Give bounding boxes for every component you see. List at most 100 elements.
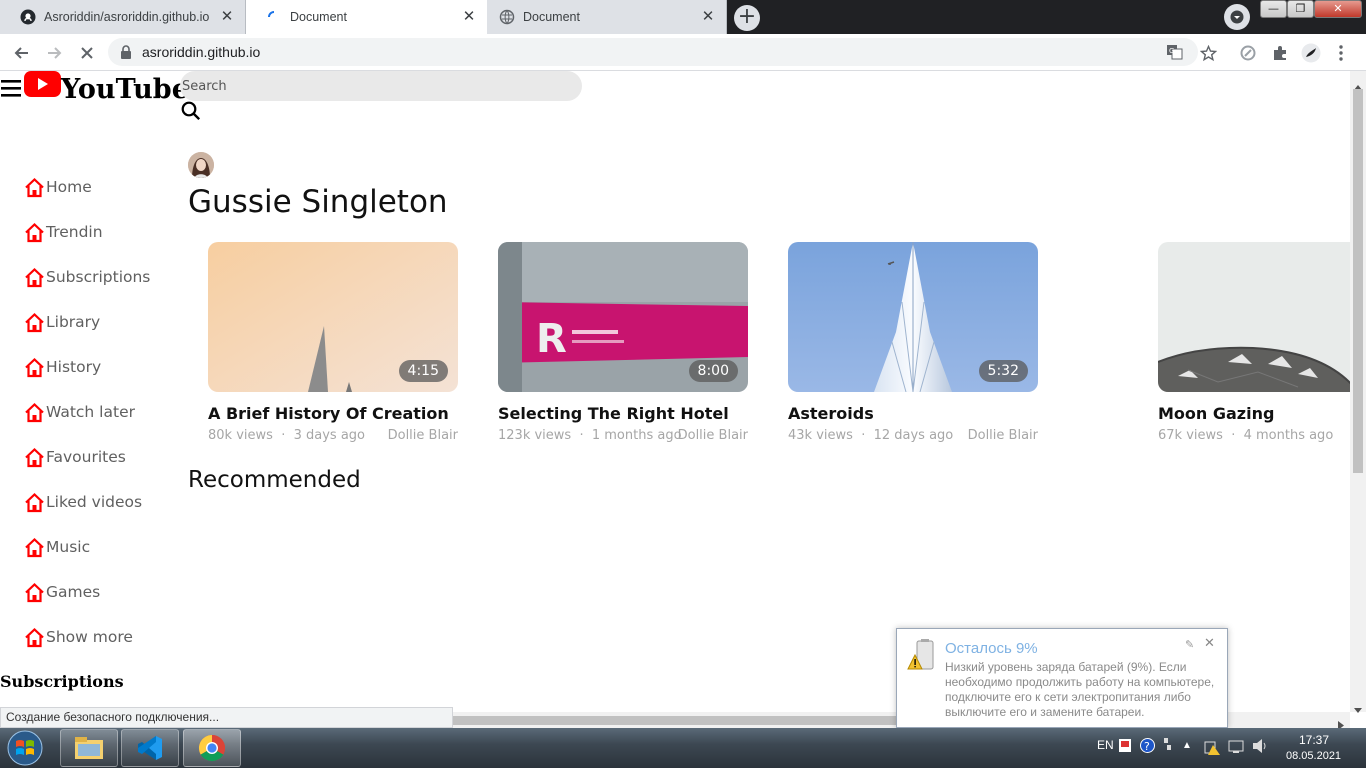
video-title[interactable]: Asteroids xyxy=(788,404,1038,423)
clock-date[interactable]: 08.05.2021 xyxy=(1286,750,1341,762)
home-icon xyxy=(25,537,44,557)
close-icon[interactable]: ✕ xyxy=(219,9,235,25)
sidebar-item-label: Favourites xyxy=(46,448,126,466)
close-icon[interactable]: ✕ xyxy=(461,9,477,25)
tab-title: Document xyxy=(523,10,580,24)
globe-icon xyxy=(499,9,515,25)
network-icon[interactable] xyxy=(1162,736,1174,756)
channel-name: Gussie Singleton xyxy=(188,184,448,220)
home-icon xyxy=(25,627,44,647)
tab-document[interactable]: Document ✕ xyxy=(487,0,727,34)
scroll-down-arrow-icon[interactable] xyxy=(1354,699,1362,718)
address-bar[interactable]: asroriddin.github.io G xyxy=(108,38,1198,66)
video-author[interactable]: Dollie Blair xyxy=(968,428,1038,443)
video-card[interactable]: 5:32 Asteroids 43k views · 12 days ago D… xyxy=(788,242,1038,446)
help-icon[interactable]: ? xyxy=(1140,738,1155,757)
search-icon[interactable] xyxy=(181,101,201,125)
video-card[interactable]: Moon Gazing 67k views · 4 months ago D xyxy=(1158,242,1350,446)
stop-icon[interactable] xyxy=(76,42,98,64)
lock-icon[interactable] xyxy=(120,44,132,63)
github-icon xyxy=(20,9,36,25)
close-icon[interactable]: ✕ xyxy=(1204,636,1215,651)
video-thumbnail[interactable]: 5:32 xyxy=(788,242,1038,392)
loading-icon xyxy=(266,9,282,25)
battery-low-icon[interactable] xyxy=(1203,739,1221,759)
taskbar-vscode[interactable] xyxy=(121,729,179,767)
sidebar-item-history[interactable]: History xyxy=(24,355,101,379)
sidebar-item-label: Trendin xyxy=(46,223,103,241)
video-thumbnail[interactable]: R 8:00 xyxy=(498,242,748,392)
video-thumbnail[interactable]: 4:15 xyxy=(208,242,458,392)
sidebar-item-library[interactable]: Library xyxy=(24,310,100,334)
more-menu-icon[interactable] xyxy=(1330,42,1352,64)
sidebar-item-music[interactable]: Music xyxy=(24,535,90,559)
video-thumbnail[interactable] xyxy=(1158,242,1350,392)
vscode-icon xyxy=(138,736,162,760)
close-icon[interactable]: ✕ xyxy=(700,9,716,25)
language-indicator[interactable]: EN xyxy=(1097,738,1114,752)
home-icon xyxy=(25,447,44,467)
close-window-button[interactable]: ✕ xyxy=(1314,0,1362,18)
video-author[interactable]: Dollie Blair xyxy=(388,428,458,443)
scrollbar-thumb[interactable] xyxy=(1353,89,1363,473)
show-hidden-icons-icon[interactable]: ▲ xyxy=(1182,740,1192,751)
search-input[interactable] xyxy=(180,71,582,101)
sidebar-item-trendin[interactable]: Trendin xyxy=(24,220,103,244)
maximize-button[interactable]: ❐ xyxy=(1287,0,1314,18)
sidebar-item-label: Home xyxy=(46,178,92,196)
sidebar-item-favourites[interactable]: Favourites xyxy=(24,445,126,469)
page-viewport: YouTube Home Trendin Subscriptions Library H… xyxy=(0,71,1350,712)
home-icon xyxy=(25,402,44,422)
extension-icon[interactable] xyxy=(1237,42,1259,64)
action-center-icon[interactable] xyxy=(1228,739,1244,758)
clock-time[interactable]: 17:37 xyxy=(1299,733,1329,747)
forward-icon[interactable] xyxy=(43,42,65,64)
battery-notification[interactable]: Осталось 9% ✎ ✕ Низкий уровень заряда ба… xyxy=(896,628,1228,728)
sidebar-item-watch-later[interactable]: Watch later xyxy=(24,400,135,424)
home-icon xyxy=(25,222,44,242)
video-card[interactable]: 4:15 A Brief History Of Creation 80k vie… xyxy=(208,242,458,446)
channel-avatar[interactable] xyxy=(188,152,214,178)
volume-icon[interactable] xyxy=(1252,738,1268,758)
sidebar-item-show-more[interactable]: Show more xyxy=(24,625,133,649)
taskbar-explorer[interactable] xyxy=(60,729,118,767)
profile-avatar-icon[interactable] xyxy=(1300,42,1322,64)
video-title[interactable]: Selecting The Right Hotel xyxy=(498,404,748,423)
sidebar-item-home[interactable]: Home xyxy=(24,175,92,199)
logo-text[interactable]: YouTube xyxy=(61,74,189,105)
video-views: 80k views xyxy=(208,428,273,443)
meta-separator: · xyxy=(575,428,592,443)
bookmark-star-icon[interactable] xyxy=(1197,42,1219,64)
flag-icon[interactable] xyxy=(1119,738,1133,757)
sidebar-item-liked-videos[interactable]: Liked videos xyxy=(24,490,142,514)
tab-document-active[interactable]: Document ✕ xyxy=(246,0,487,34)
start-button[interactable] xyxy=(6,730,44,770)
url-text: asroriddin.github.io xyxy=(142,44,261,60)
taskbar-chrome[interactable] xyxy=(183,729,241,767)
chrome-icon xyxy=(198,734,226,762)
sidebar-item-subscriptions[interactable]: Subscriptions xyxy=(24,265,150,289)
extensions-puzzle-icon[interactable] xyxy=(1269,42,1291,64)
home-icon xyxy=(25,177,44,197)
hamburger-menu-icon[interactable] xyxy=(1,80,21,101)
back-icon[interactable] xyxy=(11,42,33,64)
new-tab-button[interactable]: + xyxy=(734,5,760,31)
pin-icon[interactable]: ✎ xyxy=(1185,638,1194,651)
scrollbar-thumb[interactable] xyxy=(453,716,898,725)
vertical-scrollbar[interactable] xyxy=(1350,71,1366,713)
sidebar-item-label: Liked videos xyxy=(46,493,143,511)
video-title[interactable]: Moon Gazing xyxy=(1158,404,1350,423)
translate-icon[interactable]: G xyxy=(1166,43,1183,64)
sidebar-item-games[interactable]: Games xyxy=(24,580,100,604)
video-title[interactable]: A Brief History Of Creation xyxy=(208,404,458,423)
sidebar-item-label: Games xyxy=(46,583,101,601)
video-author[interactable]: Dollie Blair xyxy=(678,428,748,443)
tab-github[interactable]: Asroriddin/asroriddin.github.io ✕ xyxy=(0,0,246,34)
sidebar-item-label: Show more xyxy=(46,628,133,646)
meta-separator: · xyxy=(1227,428,1244,443)
video-card[interactable]: R 8:00 Selecting The Right Hotel 123k vi… xyxy=(498,242,748,446)
minimize-button[interactable]: — xyxy=(1260,0,1287,18)
youtube-logo-icon[interactable] xyxy=(24,71,61,101)
battery-warning-icon xyxy=(907,639,937,675)
tab-search-button[interactable] xyxy=(1224,4,1250,30)
